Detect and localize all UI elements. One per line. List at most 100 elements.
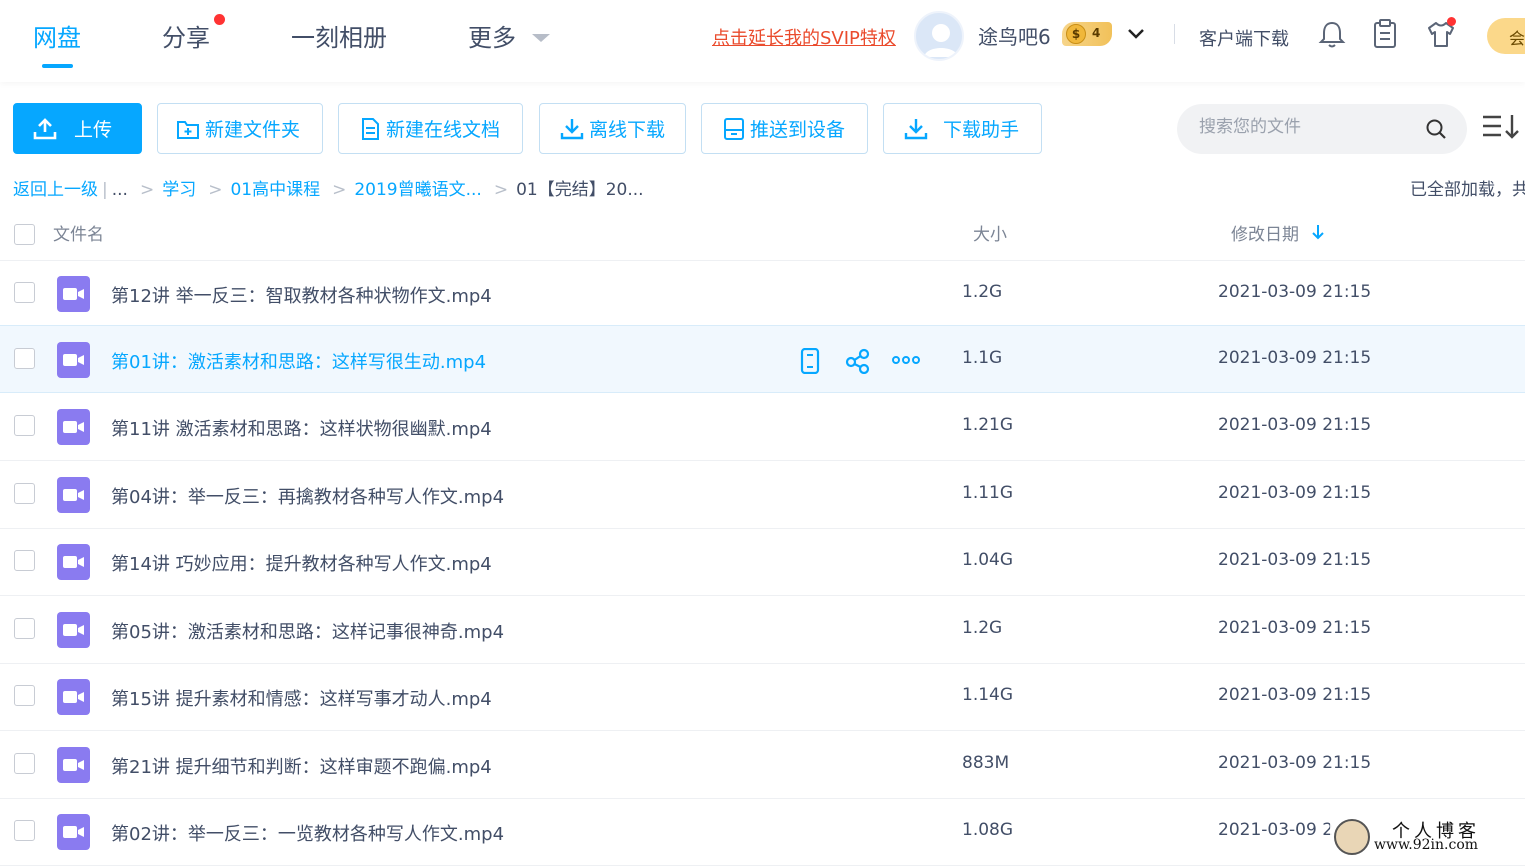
column-filename[interactable]: 文件名 (53, 220, 104, 245)
tab-share[interactable]: 分享 (162, 18, 210, 53)
share-icon[interactable] (845, 348, 871, 374)
breadcrumb-item[interactable]: 2019曾曦语文... (354, 180, 481, 200)
file-size: 883M (962, 753, 1010, 773)
breadcrumb-item[interactable]: 01高中课程 (230, 180, 320, 200)
row-checkbox[interactable] (14, 282, 35, 303)
file-size: 1.2G (962, 618, 1003, 638)
table-row[interactable]: 第04讲：举一反三：再擒教材各种写人作文.mp4 1.11G 2021-03-09 … (0, 461, 1525, 529)
file-name[interactable]: 第12讲 举一反三：智取教材各种状物作文.mp4 (111, 282, 492, 308)
breadcrumb-item[interactable]: 学习 (162, 180, 196, 200)
username[interactable]: 途鸟吧6 (978, 21, 1051, 50)
avatar[interactable] (914, 11, 964, 61)
file-name[interactable]: 第21讲 提升细节和判断：这样审题不跑偏.mp4 (111, 753, 492, 779)
user-avatar-icon (924, 24, 958, 57)
bell-icon[interactable] (1317, 18, 1347, 50)
push-to-device-button[interactable]: 推送到设备 (701, 103, 868, 154)
search-box (1177, 104, 1467, 154)
row-checkbox[interactable] (14, 685, 35, 706)
vip-level: 4 (1092, 26, 1101, 40)
video-file-icon (57, 679, 90, 715)
table-row[interactable]: 第12讲 举一反三：智取教材各种状物作文.mp4 1.2G 2021-03-09 2… (0, 260, 1525, 328)
file-modified-date: 2021-03-09 21:15 (1218, 415, 1372, 435)
load-status-text: 已全部加载，共 (1410, 180, 1525, 200)
file-size: 1.04G (962, 550, 1014, 570)
table-row[interactable]: 第14讲 巧妙应用：提升教材各种写人作文.mp4 1.04G 2021-03-09 … (0, 528, 1525, 596)
svip-renew-link[interactable]: 点击延长我的SVIP特权 (712, 24, 896, 50)
new-online-doc-button[interactable]: 新建在线文档 (338, 103, 523, 154)
file-modified-date: 2021-03-09 21:15 (1218, 282, 1372, 302)
video-file-icon (57, 477, 90, 513)
tab-moment-album[interactable]: 一刻相册 (291, 18, 387, 53)
upload-label: 上传 (74, 119, 113, 141)
row-checkbox[interactable] (14, 820, 35, 841)
sort-list-icon[interactable] (1481, 112, 1521, 142)
active-tab-indicator (42, 64, 73, 68)
video-file-icon (57, 276, 90, 312)
video-file-icon (57, 612, 90, 648)
chevron-down-icon[interactable] (1126, 24, 1146, 44)
download-icon (560, 118, 584, 139)
mascot-face-icon (1334, 819, 1370, 855)
share-notification-dot (214, 14, 225, 25)
upload-icon (33, 117, 57, 139)
file-size: 1.2G (962, 282, 1003, 302)
more-actions-icon[interactable] (892, 354, 920, 366)
file-name[interactable]: 第01讲：激活素材和思路：这样写很生动.mp4 (111, 348, 486, 374)
member-center-button[interactable]: 会 (1487, 18, 1525, 54)
file-modified-date: 2021-03-09 21:15 (1218, 348, 1372, 368)
file-modified-date: 2021-03-09 2 (1218, 820, 1334, 840)
tab-more[interactable]: 更多 (468, 18, 516, 53)
more-dropdown-icon[interactable] (532, 34, 550, 42)
file-name[interactable]: 第05讲：激活素材和思路：这样记事很神奇.mp4 (111, 618, 504, 644)
table-row[interactable]: 第15讲 提升素材和情感：这样写事才动人.mp4 1.14G 2021-03-09 … (0, 663, 1525, 731)
column-size[interactable]: 大小 (973, 220, 1007, 245)
row-checkbox[interactable] (14, 483, 35, 504)
row-checkbox[interactable] (14, 415, 35, 436)
video-file-icon (57, 409, 90, 445)
file-size: 1.1G (962, 348, 1003, 368)
file-name[interactable]: 第14讲 巧妙应用：提升教材各种写人作文.mp4 (111, 550, 492, 576)
upload-button[interactable]: 上传 (13, 103, 142, 154)
clipboard-icon[interactable] (1370, 18, 1400, 50)
new-folder-label: 新建文件夹 (205, 119, 301, 141)
video-file-icon (57, 747, 90, 783)
download-helper-label: 下载助手 (943, 119, 1020, 141)
download-icon (904, 118, 928, 139)
download-helper-button[interactable]: 下载助手 (883, 103, 1042, 154)
select-all-checkbox[interactable] (14, 224, 35, 245)
breadcrumb-ellipsis[interactable]: ... (112, 180, 128, 200)
table-row[interactable]: 第01讲：激活素材和思路：这样写很生动.mp4 1.1G 2021-03-09 21… (0, 325, 1525, 393)
file-name[interactable]: 第11讲 激活素材和思路：这样状物很幽默.mp4 (111, 415, 492, 441)
theme-notification-dot (1447, 17, 1456, 26)
tab-netdisk[interactable]: 网盘 (33, 18, 81, 53)
file-name[interactable]: 第04讲：举一反三：再擒教材各种写人作文.mp4 (111, 483, 504, 509)
file-name[interactable]: 第15讲 提升素材和情感：这样写事才动人.mp4 (111, 685, 492, 711)
row-checkbox[interactable] (14, 348, 35, 369)
row-checkbox[interactable] (14, 550, 35, 571)
row-checkbox[interactable] (14, 618, 35, 639)
device-icon (724, 117, 744, 140)
offline-download-label: 离线下载 (589, 119, 666, 141)
offline-download-button[interactable]: 离线下载 (539, 103, 686, 154)
column-modified-date[interactable]: 修改日期 (1231, 220, 1299, 245)
file-name[interactable]: 第02讲：举一反三：一览教材各种写人作文.mp4 (111, 820, 504, 846)
sort-desc-arrow-icon[interactable] (1311, 223, 1325, 241)
table-row[interactable]: 第05讲：激活素材和思路：这样记事很神奇.mp4 1.2G 2021-03-09 2… (0, 596, 1525, 664)
new-online-doc-label: 新建在线文档 (386, 119, 501, 141)
push-to-phone-icon[interactable] (799, 348, 821, 374)
file-modified-date: 2021-03-09 21:15 (1218, 618, 1372, 638)
search-input[interactable] (1199, 117, 1419, 137)
search-icon[interactable] (1425, 118, 1447, 140)
new-folder-button[interactable]: 新建文件夹 (157, 103, 323, 154)
vip-coin-icon: $ (1066, 24, 1086, 44)
top-nav-bar: 网盘 分享 一刻相册 更多 点击延长我的SVIP特权 途鸟吧6 $ 4 客户端下… (0, 0, 1525, 82)
blog-watermark: 个人博客 www.92in.com (1330, 815, 1525, 859)
table-row[interactable]: 第02讲：举一反三：一览教材各种写人作文.mp4 1.08G 2021-03-09 … (0, 798, 1525, 866)
breadcrumb: 返回上一级 |... > 学习 >01高中课程 >2019曾曦语文... >01【完结】20… (13, 180, 644, 200)
row-checkbox[interactable] (14, 753, 35, 774)
client-download-link[interactable]: 客户端下载 (1199, 25, 1289, 51)
document-icon (362, 117, 379, 140)
table-row[interactable]: 第11讲 激活素材和思路：这样状物很幽默.mp4 1.21G 2021-03-09 … (0, 393, 1525, 461)
back-link[interactable]: 返回上一级 (13, 180, 98, 200)
table-row[interactable]: 第21讲 提升细节和判断：这样审题不跑偏.mp4 883M 2021-03-09 2… (0, 731, 1525, 799)
